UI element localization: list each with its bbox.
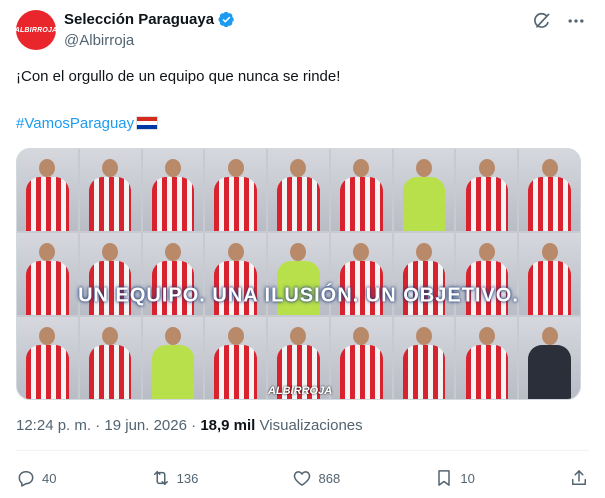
player-photo [519, 317, 580, 399]
display-name[interactable]: Selección Paraguaya [64, 11, 214, 28]
player-photo [456, 149, 518, 231]
meta-separator: · [191, 417, 197, 434]
like-count: 868 [318, 470, 341, 486]
share-icon [571, 470, 586, 485]
reply-icon [18, 471, 34, 487]
verified-badge-icon [218, 11, 234, 28]
player-photo [142, 149, 204, 231]
bookmark-count: 10 [460, 470, 475, 486]
post-date[interactable]: 19 jun. 2026 [104, 417, 187, 434]
paraguay-flag-icon [136, 116, 159, 130]
views-count: 18,9 mil [200, 417, 256, 434]
action-bar: 40 136 868 10 [16, 466, 589, 490]
player-photo [268, 149, 329, 231]
player-photo-grid [17, 149, 580, 399]
player-photo [79, 149, 141, 231]
more-icon[interactable] [565, 10, 587, 32]
player-photo [456, 317, 518, 399]
post-time[interactable]: 12:24 p. m. [16, 417, 91, 434]
player-photo [330, 149, 392, 231]
image-brand-logo: ALBIRROJA [268, 385, 333, 397]
hashtag-line: #VamosParaguay [16, 114, 159, 134]
tweet-image[interactable]: UN EQUIPO. UNA ILUSIÓN. UN OBJETIVO. ALB… [16, 148, 581, 400]
player-photo [17, 149, 78, 231]
hashtag-link[interactable]: #VamosParaguay [16, 115, 134, 132]
tweet-meta: 12:24 p. m. · 19 jun. 2026 · 18,9 mil Vi… [16, 417, 363, 434]
divider [16, 450, 589, 451]
author-name-row: Selección Paraguaya [64, 11, 235, 28]
tweet: ALBIRROJA Selección Paraguaya @Albirroja… [0, 0, 605, 498]
repost-count: 136 [176, 470, 199, 486]
grok-icon[interactable] [531, 10, 553, 32]
tweet-text: ¡Con el orgullo de un equipo que nunca s… [16, 68, 341, 85]
repost-button[interactable]: 136 [151, 468, 199, 488]
like-icon [294, 471, 311, 486]
reply-button[interactable]: 40 [16, 468, 56, 488]
handle[interactable]: @Albirroja [64, 32, 134, 49]
views-label: Visualizaciones [259, 417, 363, 434]
bookmark-button[interactable]: 10 [434, 468, 475, 488]
player-photo [393, 317, 455, 399]
avatar-logo-text: ALBIRROJA [14, 26, 58, 34]
avatar[interactable]: ALBIRROJA [14, 10, 58, 50]
player-photo [393, 149, 455, 231]
player-photo [205, 149, 267, 231]
meta-separator: · [95, 417, 101, 434]
image-slogan: UN EQUIPO. UNA ILUSIÓN. UN OBJETIVO. [78, 284, 519, 307]
player-photo [205, 317, 267, 399]
like-button[interactable]: 868 [292, 468, 340, 488]
reply-count: 40 [42, 470, 57, 486]
share-button[interactable] [569, 468, 589, 488]
player-photo [330, 317, 392, 399]
player-photo [17, 317, 78, 399]
player-photo [79, 317, 141, 399]
repost-icon [153, 471, 168, 485]
player-photo [519, 149, 580, 231]
top-actions [531, 10, 587, 32]
bookmark-icon [438, 470, 451, 486]
player-photo [142, 317, 204, 399]
